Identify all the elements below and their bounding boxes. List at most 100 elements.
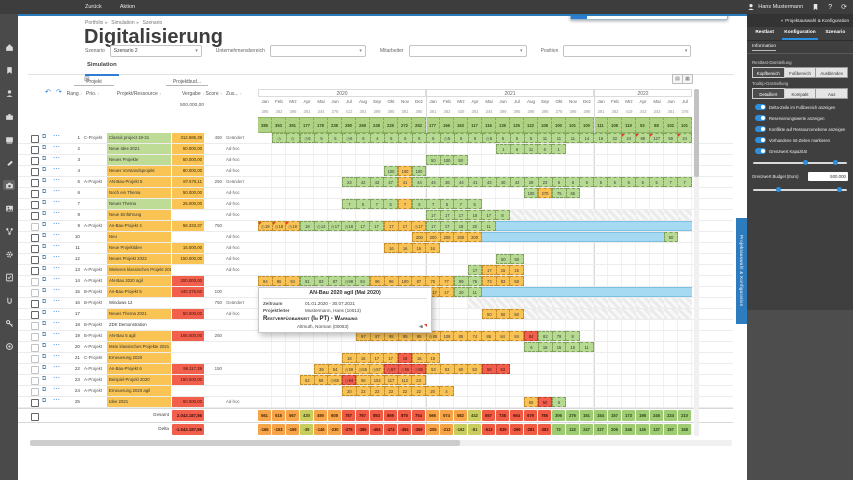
grid-cell[interactable] [594, 298, 608, 308]
unternehmensbereich-select[interactable]: ▾ [270, 45, 366, 57]
grid-cell[interactable]: 23 [342, 177, 357, 187]
restore-window-icon[interactable]: ⧉ [42, 398, 46, 405]
grid-cell[interactable] [496, 221, 510, 231]
slider-handle[interactable] [803, 160, 808, 165]
panel-collapse-header[interactable]: »Projektauswahl & Konfiguration [747, 14, 853, 27]
row-checkbox[interactable] [31, 179, 39, 187]
grid-cell[interactable] [622, 309, 636, 319]
slider-handle[interactable] [833, 160, 838, 165]
grid-cell[interactable] [636, 221, 650, 231]
restore-window-icon[interactable]: ⧉ [42, 310, 46, 317]
row-checkbox[interactable] [31, 245, 39, 253]
grid-cell[interactable]: ◷17 [329, 221, 343, 231]
grid-cell[interactable]: 5 [525, 133, 539, 143]
project-name-cell[interactable]: Neues Vorstandsprojekt [107, 166, 171, 176]
grid-cell[interactable] [608, 298, 622, 308]
sidebar-item-briefcase[interactable] [3, 111, 15, 121]
grid-cell[interactable]: 17 [356, 221, 370, 231]
sidebar-item-task-check[interactable] [3, 272, 15, 282]
row-checkbox[interactable] [31, 267, 39, 275]
project-name-cell[interactable]: Weiteres klassisches Projekt 201 [107, 265, 171, 275]
grid-cell[interactable]: 5 [427, 133, 441, 143]
vergabe-cell[interactable]: 150.000,00 [172, 254, 204, 264]
grid-cell[interactable]: ◷ [272, 133, 287, 143]
grid-cell[interactable] [510, 232, 524, 242]
grid-cell[interactable]: 5 [384, 199, 398, 209]
grid-cell[interactable] [678, 221, 692, 231]
grid-cell[interactable] [524, 232, 538, 242]
grid-cell[interactable]: 200 [468, 232, 482, 242]
sidebar-item-target[interactable] [3, 341, 15, 351]
grid-cell[interactable] [678, 298, 692, 308]
grid-cell[interactable] [552, 232, 566, 242]
grid-cell[interactable]: 5 [580, 177, 594, 187]
grid-cell[interactable]: 43 [483, 177, 497, 187]
grid-cell[interactable] [510, 210, 524, 220]
grid-cell[interactable] [552, 309, 566, 319]
grid-cell[interactable]: 81 [300, 276, 315, 286]
grid-cell[interactable]: 5 [608, 177, 622, 187]
grid-cell[interactable]: 11 [525, 144, 539, 154]
grid-cell[interactable]: 4 [440, 386, 454, 396]
grid-cell[interactable]: 108 [441, 331, 455, 341]
help-icon[interactable]: ? [828, 4, 832, 11]
project-name-cell[interactable]: An-Bau-Projekt 4 [107, 221, 171, 231]
restlast-darstellung-option[interactable]: Fußbereich [785, 67, 817, 78]
grid-cell[interactable] [580, 287, 594, 297]
grid-view-button-2[interactable]: ▦ [682, 74, 693, 84]
grid-cell[interactable] [538, 298, 552, 308]
grid-cell[interactable]: 76 [469, 276, 483, 286]
grid-cell[interactable]: 8 [496, 210, 510, 220]
restore-window-icon[interactable]: ⧉ [42, 376, 46, 383]
vergabe-cell[interactable]: 80.000,00 [172, 166, 204, 176]
grid-cell[interactable]: 77 [440, 276, 454, 286]
row-checkbox[interactable] [31, 413, 39, 421]
grid-cell[interactable] [594, 232, 608, 242]
grid-cell[interactable]: 5 [412, 199, 427, 209]
grid-cell[interactable]: 18 [539, 342, 553, 352]
grid-cell[interactable]: 47 [384, 177, 398, 187]
grid-cell[interactable]: 7 [454, 199, 468, 209]
grid-cell[interactable]: 84 [524, 331, 538, 341]
grid-cell[interactable] [608, 287, 622, 297]
grid-cell[interactable]: 87 [329, 276, 343, 286]
grid-cell[interactable]: 5 [553, 177, 567, 187]
grid-cell[interactable] [580, 221, 594, 231]
grid-cell[interactable]: 16 [413, 243, 427, 253]
sidebar-item-paperclip[interactable] [3, 295, 15, 305]
restore-window-icon[interactable]: ⧉ [42, 332, 46, 339]
grid-cell[interactable]: 53 [426, 364, 441, 374]
grid-cell[interactable]: ◷18 [342, 221, 356, 231]
grid-cell[interactable] [678, 287, 692, 297]
restore-window-icon[interactable]: ⧉ [42, 354, 46, 361]
grid-cell[interactable] [580, 298, 594, 308]
project-name-cell[interactable]: Neues Projekt 2022 [107, 254, 171, 264]
grid-cell[interactable] [538, 309, 552, 319]
project-name-cell[interactable]: Neue Einführung [107, 210, 171, 220]
grid-cell[interactable]: 5 [385, 133, 399, 143]
grid-cell[interactable]: 7 [664, 177, 678, 187]
vergabe-cell[interactable]: 87.676,11 [172, 177, 204, 187]
grid-cell[interactable] [678, 309, 692, 319]
grid-cell[interactable] [622, 287, 636, 297]
vergabe-cell[interactable]: 50.000,00 [172, 144, 204, 154]
row-checkbox[interactable] [31, 201, 39, 209]
restore-window-icon[interactable]: ⧉ [42, 266, 46, 273]
grid-cell[interactable] [594, 309, 608, 319]
row-checkbox[interactable] [31, 278, 39, 286]
grid-cell[interactable]: 5 [468, 199, 482, 209]
tab-simulation[interactable]: Simulation [85, 62, 119, 76]
grid-cell[interactable]: 17 [370, 221, 384, 231]
restore-window-icon[interactable]: ⧉ [42, 255, 46, 262]
vergabe-cell[interactable]: 200.000,00 [172, 276, 204, 286]
grid-cell[interactable] [496, 232, 510, 242]
grid-cell[interactable]: 50 [511, 254, 525, 264]
grid-cell[interactable] [510, 298, 524, 308]
grid-cell[interactable] [650, 309, 664, 319]
grid-cell[interactable]: 50 [496, 254, 511, 264]
grid-cell[interactable]: 44 [427, 177, 441, 187]
grid-cell[interactable]: 17 [384, 221, 399, 231]
grid-cell[interactable]: 60 [455, 364, 469, 374]
sidebar-item-photo[interactable] [3, 203, 15, 213]
grid-cell[interactable] [580, 232, 594, 242]
